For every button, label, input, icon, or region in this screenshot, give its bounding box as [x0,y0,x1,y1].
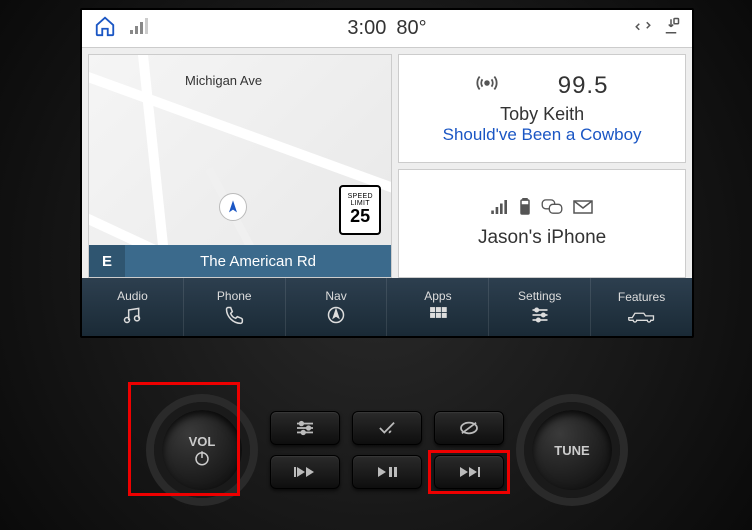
hw-note-button[interactable] [352,411,422,445]
battery-icon [519,198,531,221]
nav-features[interactable]: Features [591,278,692,336]
hw-prev-button[interactable] [270,455,340,489]
infotainment-screen: 3:00 80° Michigan Ave SPEED LIM [80,8,694,338]
street-label: Michigan Ave [185,73,262,88]
power-icon [193,449,211,467]
radio-song: Should've Been a Cowboy [443,125,642,145]
radio-frequency: 99.5 [558,72,609,100]
radio-signal-icon [476,72,498,100]
temperature: 80° [396,17,426,40]
nav-nav[interactable]: Nav [286,278,388,336]
road-name: The American Rd [125,253,391,270]
hw-play-pause-button[interactable] [352,455,422,489]
lock-download-icon[interactable] [662,17,680,40]
main-area: Michigan Ave SPEED LIMIT 25 E The Americ… [82,48,692,278]
nav-apps[interactable]: Apps [387,278,489,336]
hw-mute-button[interactable] [434,411,504,445]
map-pane[interactable]: Michigan Ave SPEED LIMIT 25 E The Americ… [88,54,392,278]
status-bar: 3:00 80° [82,10,692,48]
mail-icon [573,200,593,219]
clock: 3:00 [347,17,386,40]
vehicle-arrow-icon [219,193,247,221]
sync-icon[interactable] [634,17,652,40]
radio-artist: Toby Keith [500,104,584,125]
radio-card[interactable]: 99.5 Toby Keith Should've Been a Cowboy [398,54,686,163]
hw-sliders-button[interactable] [270,411,340,445]
phone-signal-icon [491,200,509,219]
volume-knob[interactable]: VOL [154,402,250,498]
messages-icon [541,199,563,220]
phone-card[interactable]: Jason's iPhone [398,169,686,278]
nav-phone[interactable]: Phone [184,278,286,336]
heading: E [89,245,125,277]
nav-audio[interactable]: Audio [82,278,184,336]
bottom-nav: Audio Phone Nav Apps Settings Features [82,278,692,336]
speed-limit-sign: SPEED LIMIT 25 [339,185,381,235]
hardware-panel: VOL TUNE [80,380,694,520]
signal-icon [130,18,150,39]
current-road-bar: E The American Rd [89,245,391,277]
tune-knob[interactable]: TUNE [524,402,620,498]
phone-device-name: Jason's iPhone [478,227,606,249]
home-icon[interactable] [94,15,116,42]
nav-settings[interactable]: Settings [489,278,591,336]
hw-next-button[interactable] [434,455,504,489]
